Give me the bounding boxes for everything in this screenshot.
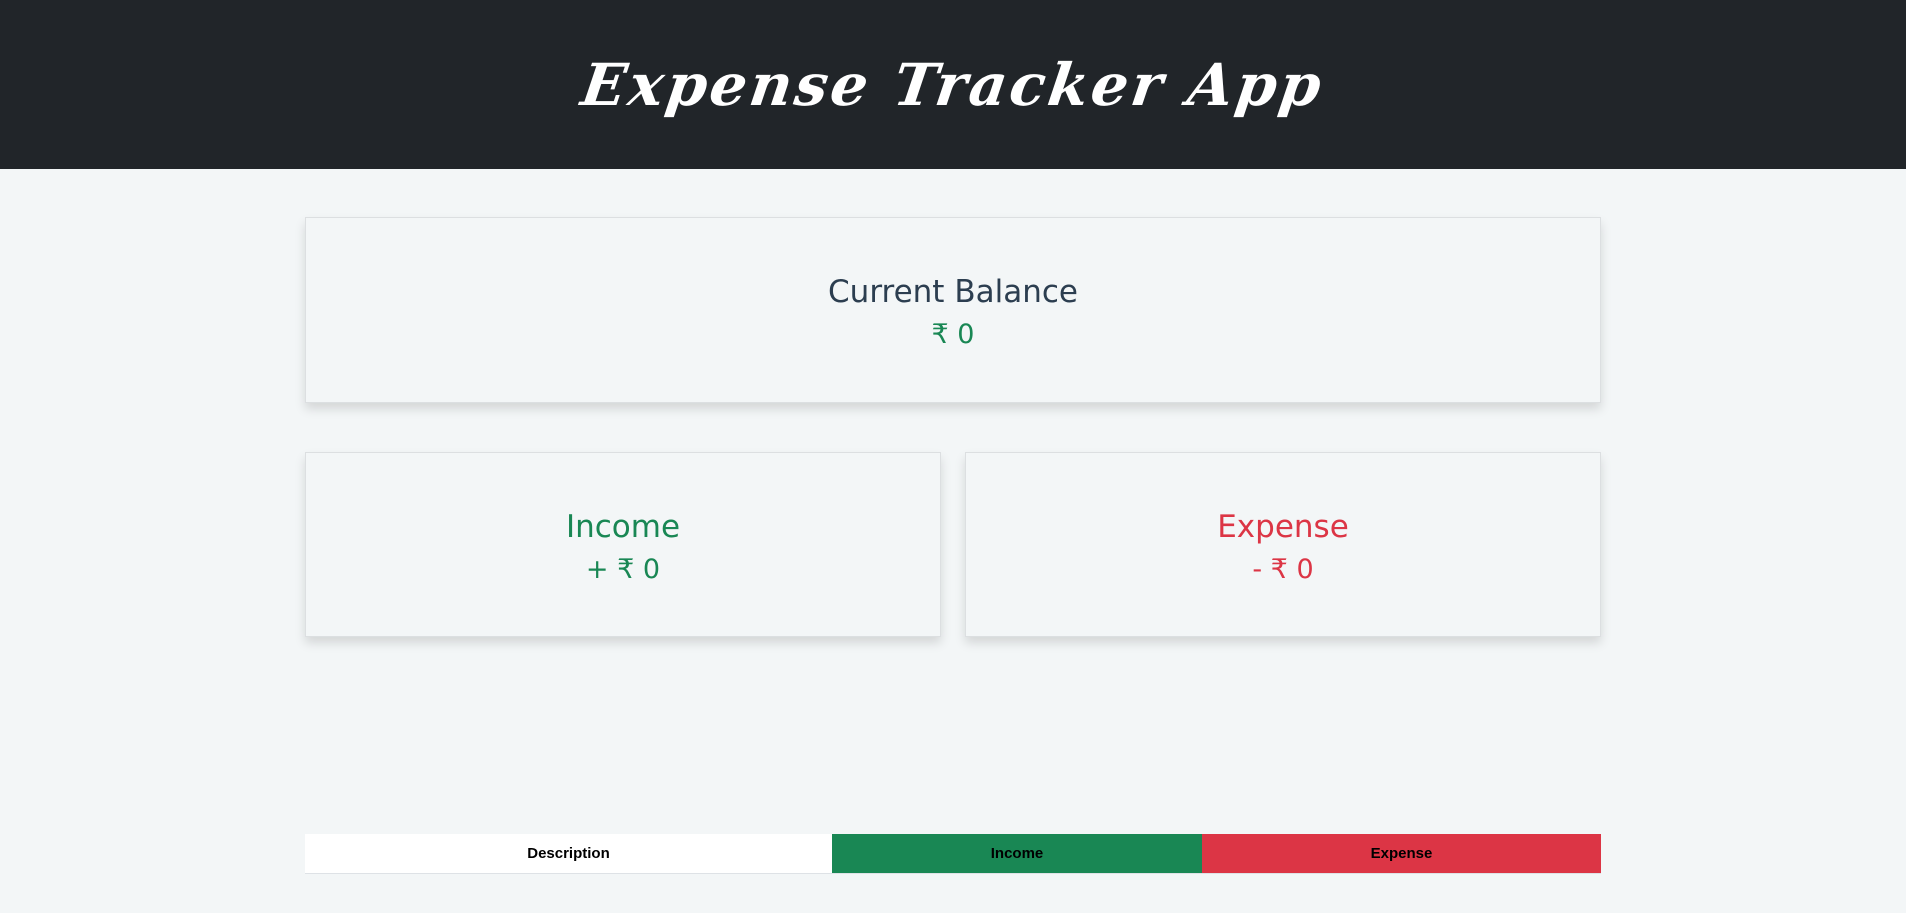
balance-amount: ₹ 0: [931, 319, 975, 351]
expense-card: Expense - ₹ 0: [965, 452, 1601, 637]
current-balance-card: Current Balance ₹ 0: [305, 217, 1601, 403]
income-card: Income + ₹ 0: [305, 452, 941, 637]
income-amount: + ₹ 0: [585, 553, 661, 585]
expense-amount: - ₹ 0: [1252, 553, 1314, 585]
column-header-income: Income: [832, 834, 1202, 873]
balance-label: Current Balance: [828, 274, 1078, 311]
app-title: Expense Tracker App: [577, 50, 1329, 119]
app-header: Expense Tracker App: [0, 0, 1906, 169]
column-header-description: Description: [305, 834, 832, 873]
column-header-expense: Expense: [1202, 834, 1601, 873]
expense-label: Expense: [1217, 508, 1349, 545]
income-label: Income: [565, 508, 681, 545]
transactions-table-header: Description Income Expense: [305, 834, 1601, 874]
